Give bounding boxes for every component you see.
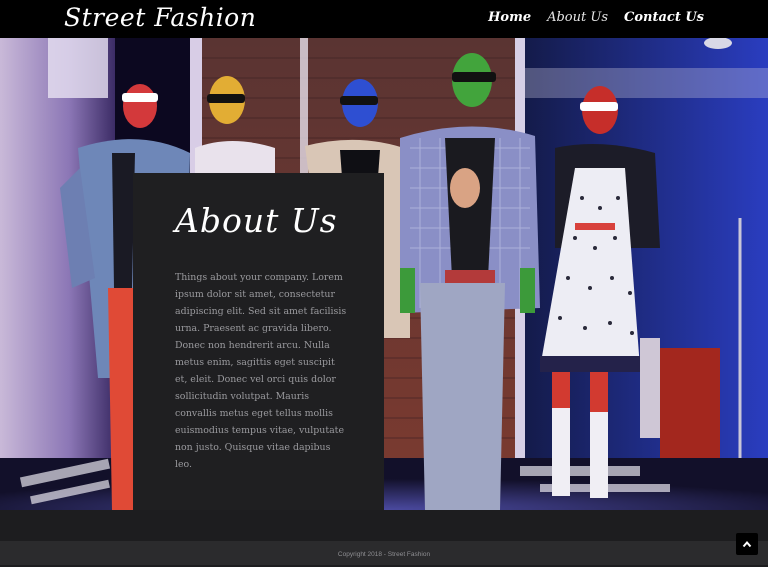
footer: Copyright 2018 - Street Fashion — [0, 541, 768, 565]
dark-band — [0, 510, 768, 541]
about-body-text: Things about your company. Lorem ipsum d… — [175, 272, 347, 470]
copyright-text: Copyright 2018 - Street Fashion — [337, 551, 431, 558]
mannequin-shop-illustration — [0, 38, 768, 510]
hero-photo — [0, 38, 768, 510]
main-nav: Home About Us Contact Us — [488, 9, 704, 27]
about-panel: About Us Things about your company. Lore… — [133, 173, 384, 510]
nav-home[interactable]: Home — [488, 9, 531, 27]
nav-contact-us[interactable]: Contact Us — [624, 9, 704, 27]
site-logo[interactable]: Street Fashion — [64, 2, 256, 34]
about-title: About Us — [175, 201, 338, 240]
nav-about-us[interactable]: About Us — [547, 9, 608, 27]
chevron-up-icon — [742, 540, 752, 548]
back-to-top-button[interactable] — [736, 533, 758, 555]
top-navbar: Street Fashion Home About Us Contact Us — [0, 0, 768, 38]
